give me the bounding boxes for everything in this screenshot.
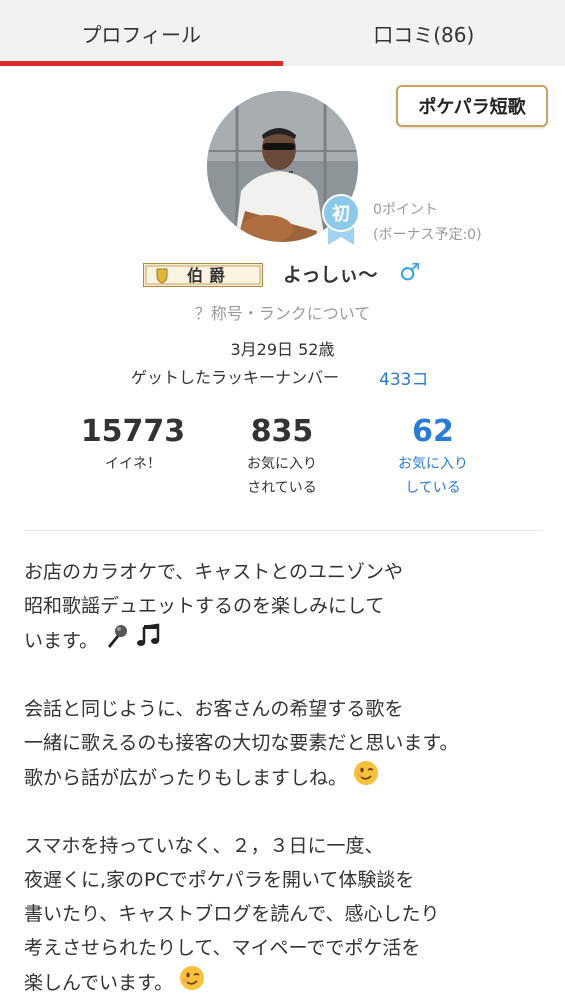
lucky-number-label: ゲットしたラッキーナンバー [131,368,340,387]
stat-favoriting-value[interactable]: 62 [353,412,513,452]
tab-reviews[interactable]: 口コミ(86) [283,0,565,66]
stat-likes-label: イイネ！ [105,456,161,472]
male-icon: ♂ [399,258,421,286]
lucky-number-value[interactable]: 433コ [379,365,428,390]
bio-line: 昭和歌謡デュエットするのを楽しみにして [24,595,385,617]
bio-paragraph: お店のカラオケで、キャストとのユニゾンや 昭和歌謡デュエットするのを楽しみにして… [24,555,544,660]
rank-info-link[interactable]: ？称号・ランクについて [0,300,565,324]
bio-paragraph: 会話と同じように、お客さんの希望する歌を 一緒に歌えるのも接客の大切な要素だと思… [24,692,544,797]
bio-line: 書いたり、キャストブログを読んで、感心したり [24,903,440,925]
stat-favorited-by: 835 お気に入り されている [202,412,362,500]
stat-favoriting[interactable]: 62 お気に入り している [353,412,513,500]
bio-line: 歌から話が広がったりもしますしね。 [24,767,348,789]
stat-favorited-by-value: 835 [250,414,314,449]
rank-badge-label: 初 [332,203,350,225]
points-info: 0ポイント (ボーナス予定:0) [373,198,482,248]
bio-line: います。 [24,630,99,652]
stat-likes-value: 15773 [80,414,186,449]
bio-line: 考えさせられたりして、マイペーででポケ活を [24,937,421,959]
tab-bar: プロフィール 口コミ(86) [0,0,565,66]
stat-favoriting-label-1[interactable]: お気に入り [353,452,513,476]
title-badge: 伯爵 [143,263,263,287]
points-bonus: (ボーナス予定:0) [373,227,482,243]
winking-face-icon [353,760,379,797]
birthday-age: 3月29日 52歳 [230,340,335,359]
stat-favorited-by-label-1: お気に入り [247,456,317,472]
points-value: 0ポイント [373,202,438,218]
bio-line: 夜遅くに,家のPCでポケパラを開いて体験談を [24,869,415,891]
stat-likes: 15773 イイネ！ [53,412,213,476]
bio-line: 一緒に歌えるのも接客の大切な要素だと思います。 [24,732,459,754]
music-notes-icon [136,623,162,660]
divider [24,530,541,531]
stat-favoriting-label-2[interactable]: している [353,476,513,500]
bio-paragraph: スマホを持っていなく、２，３日に一度、 夜遅くに,家のPCでポケパラを開いて体験… [24,829,544,1000]
winking-face-icon [179,965,205,1000]
stat-favorited-by-label-2: されている [247,480,317,496]
bio-line: スマホを持っていなく、２，３日に一度、 [24,835,384,857]
microphone-icon [104,623,130,660]
username: よっしぃ〜 [283,264,378,286]
bio-line: 会話と同じように、お客さんの希望する歌を [24,698,404,720]
pokepara-tanka-button[interactable]: ポケパラ短歌 [396,85,548,127]
rank-badge: 初 [322,193,360,245]
tab-profile[interactable]: プロフィール [0,0,283,66]
bio-line: お店のカラオケで、キャストとのユニゾンや [24,561,404,583]
profile-bio: お店のカラオケで、キャストとのユニゾンや 昭和歌謡デュエットするのを楽しみにして… [24,555,544,1000]
bio-line: 楽しんでいます。 [24,972,174,994]
title-badge-label: 伯爵 [187,266,231,285]
